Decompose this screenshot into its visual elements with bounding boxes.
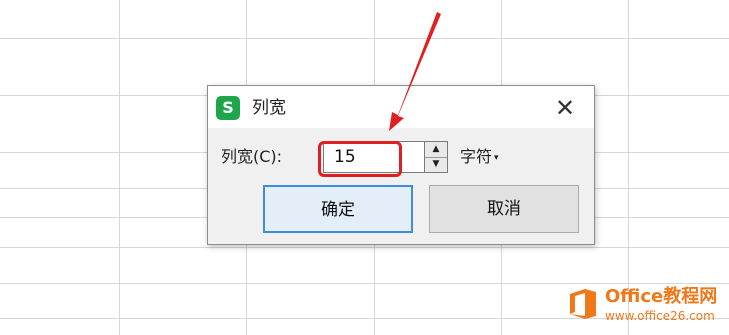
column-width-dialog: S 列宽 ✕ 列宽(C): ▲ ▼ 字符▾ 确定 取消 bbox=[207, 85, 595, 245]
cancel-button[interactable]: 取消 bbox=[429, 185, 579, 233]
grid-line bbox=[0, 283, 729, 284]
watermark-name: Office教程网 bbox=[605, 286, 718, 307]
column-width-label: 列宽(C): bbox=[221, 147, 283, 166]
ok-button[interactable]: 确定 bbox=[263, 185, 413, 233]
app-icon: S bbox=[216, 96, 240, 120]
unit-label: 字符 bbox=[460, 147, 493, 166]
grid-line bbox=[628, 0, 629, 335]
stepper-up-icon[interactable]: ▲ bbox=[425, 142, 447, 158]
dropdown-caret-icon: ▾ bbox=[494, 152, 499, 163]
grid-line bbox=[119, 0, 120, 335]
stepper-down-icon[interactable]: ▼ bbox=[425, 157, 447, 172]
unit-dropdown[interactable]: 字符 ▾ bbox=[460, 146, 499, 169]
dialog-title: 列宽 bbox=[252, 98, 286, 118]
grid-line bbox=[0, 38, 729, 39]
dialog-titlebar[interactable]: S 列宽 ✕ bbox=[208, 86, 594, 128]
close-icon[interactable]: ✕ bbox=[550, 94, 580, 122]
width-stepper: ▲ ▼ bbox=[424, 141, 448, 173]
watermark-url: www.office26.com bbox=[605, 309, 715, 323]
grid-line bbox=[0, 247, 729, 248]
office-logo-icon bbox=[570, 289, 596, 319]
column-width-input[interactable] bbox=[323, 141, 426, 173]
